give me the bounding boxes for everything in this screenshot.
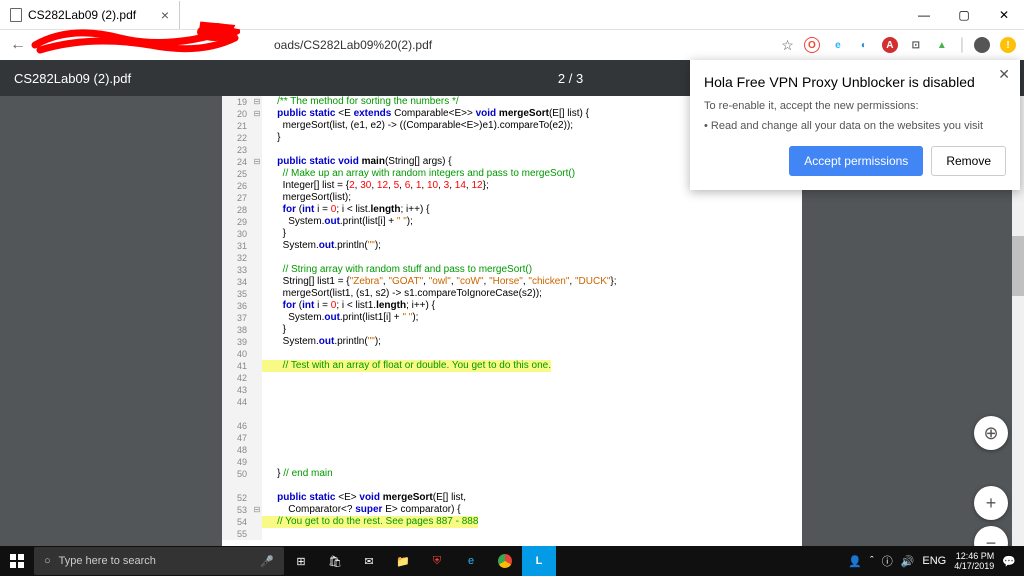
code-line: 55 [222,528,802,540]
edge-ext-icon[interactable]: e [830,37,846,53]
code-line: 54 // You get to do the rest. See pages … [222,516,802,528]
search-icon: ○ [44,555,51,567]
minimize-button[interactable]: — [904,0,944,30]
code-line: 43 [222,384,802,396]
code-line [222,480,802,492]
system-tray: 👤 ˆ ⓘ 🔊 ENG 12:46 PM 4/17/2019 💬 [848,551,1024,571]
windows-taskbar: ○ Type here to search 🎤 ⊞ 🛍 ✉ 📁 ⛨ e L 👤 … [0,546,1024,576]
language-indicator[interactable]: ENG [922,555,946,567]
maximize-button[interactable]: ▢ [944,0,984,30]
code-line: 30 } [222,228,802,240]
pdf-filename: CS282Lab09 (2).pdf [14,71,131,86]
code-line [222,408,802,420]
forward-icon[interactable]: → [36,36,56,54]
code-line: 42 [222,372,802,384]
code-line: 32 [222,252,802,264]
ext-divider: | [960,36,964,54]
code-line: 48 [222,444,802,456]
tray-expand-icon[interactable]: ˆ [870,555,874,567]
scrollbar-thumb[interactable] [1012,236,1024,296]
edge-taskbar-icon[interactable]: e [454,546,488,576]
code-line: 53⊟ Comparator<? super E> comparator) { [222,504,802,516]
extension-permission-popup: ✕ Hola Free VPN Proxy Unblocker is disab… [690,60,1020,190]
code-line: 29 System.out.print(list[i] + " "); [222,216,802,228]
code-line: 46 [222,420,802,432]
mcafee-icon[interactable]: ⛨ [420,546,454,576]
fit-page-button[interactable]: ⊕ [974,416,1008,450]
popup-title: Hola Free VPN Proxy Unblocker is disable… [704,74,1006,90]
explorer-icon[interactable]: 📁 [386,546,420,576]
shield-ext-icon[interactable]: ◐ [856,37,872,53]
close-button[interactable]: ✕ [984,0,1024,30]
code-line: 39 System.out.println(""); [222,336,802,348]
code-line: 35 mergeSort(list1, (s1, s2) -> s1.compa… [222,288,802,300]
code-line: 41 // Test with an array of float or dou… [222,360,802,372]
search-placeholder: Type here to search [59,555,156,567]
code-line: 36 for (int i = 0; i < list1.length; i++… [222,300,802,312]
code-line: 37 System.out.print(list1[i] + " "); [222,312,802,324]
code-line: 44 [222,396,802,408]
code-line: 40 [222,348,802,360]
code-line: 38 } [222,324,802,336]
code-line: 50 } // end main [222,468,802,480]
file-icon [10,8,22,22]
code-line: 33 // String array with random stuff and… [222,264,802,276]
code-line: 49 [222,456,802,468]
code-line: 52 public static <E> void mergeSort(E[] … [222,492,802,504]
popup-permission-item: • Read and change all your data on the w… [704,120,1006,132]
accept-permissions-button[interactable]: Accept permissions [789,146,923,176]
people-icon[interactable]: 👤 [848,555,862,568]
code-line: 47 [222,432,802,444]
popup-instruction: To re-enable it, accept the new permissi… [704,100,1006,112]
code-line: 31 System.out.println(""); [222,240,802,252]
download-ext-icon[interactable]: ⊡ [908,37,924,53]
popup-close-icon[interactable]: ✕ [998,66,1010,83]
clock[interactable]: 12:46 PM 4/17/2019 [954,551,994,571]
tab-close-icon[interactable]: × [161,7,169,23]
location-icon[interactable]: ⓘ [882,553,893,569]
opera-ext-icon[interactable]: O [804,37,820,53]
abp-ext-icon[interactable]: A [882,37,898,53]
notifications-icon[interactable]: 💬 [1002,555,1016,568]
avatar-icon[interactable] [974,37,990,53]
app-l-icon[interactable]: L [522,546,556,576]
drive-ext-icon[interactable]: ▲ [934,37,950,53]
mic-icon[interactable]: 🎤 [260,555,274,568]
url-text[interactable]: oads/CS282Lab09%20(2).pdf [274,38,432,52]
browser-titlebar: CS282Lab09 (2).pdf × — ▢ ✕ [0,0,1024,30]
volume-icon[interactable]: 🔊 [901,555,915,568]
tab-title: CS282Lab09 (2).pdf [28,8,136,22]
window-controls: — ▢ ✕ [904,0,1024,30]
taskbar-search[interactable]: ○ Type here to search 🎤 [34,547,284,575]
task-view-icon[interactable]: ⊞ [284,546,318,576]
page-indicator[interactable]: 2 / 3 [558,71,583,86]
browser-tab[interactable]: CS282Lab09 (2).pdf × [0,1,180,29]
code-line: 28 for (int i = 0; i < list.length; i++)… [222,204,802,216]
bookmark-star-icon[interactable]: ☆ [781,37,794,54]
zoom-in-button[interactable]: + [974,486,1008,520]
code-line: 27 mergeSort(list); [222,192,802,204]
chrome-taskbar-icon[interactable] [488,546,522,576]
mail-icon[interactable]: ✉ [352,546,386,576]
remove-extension-button[interactable]: Remove [931,146,1006,176]
back-icon[interactable]: ← [8,36,28,54]
extension-icons: ☆ O e ◐ A ⊡ ▲ | ! [781,36,1016,54]
address-bar: ← → oads/CS282Lab09%20(2).pdf ☆ O e ◐ A … [0,30,1024,60]
hola-ext-icon[interactable]: ! [1000,37,1016,53]
start-button[interactable] [0,546,34,576]
store-icon[interactable]: 🛍 [318,546,352,576]
code-line: 34 String[] list1 = {"Zebra", "GOAT", "o… [222,276,802,288]
